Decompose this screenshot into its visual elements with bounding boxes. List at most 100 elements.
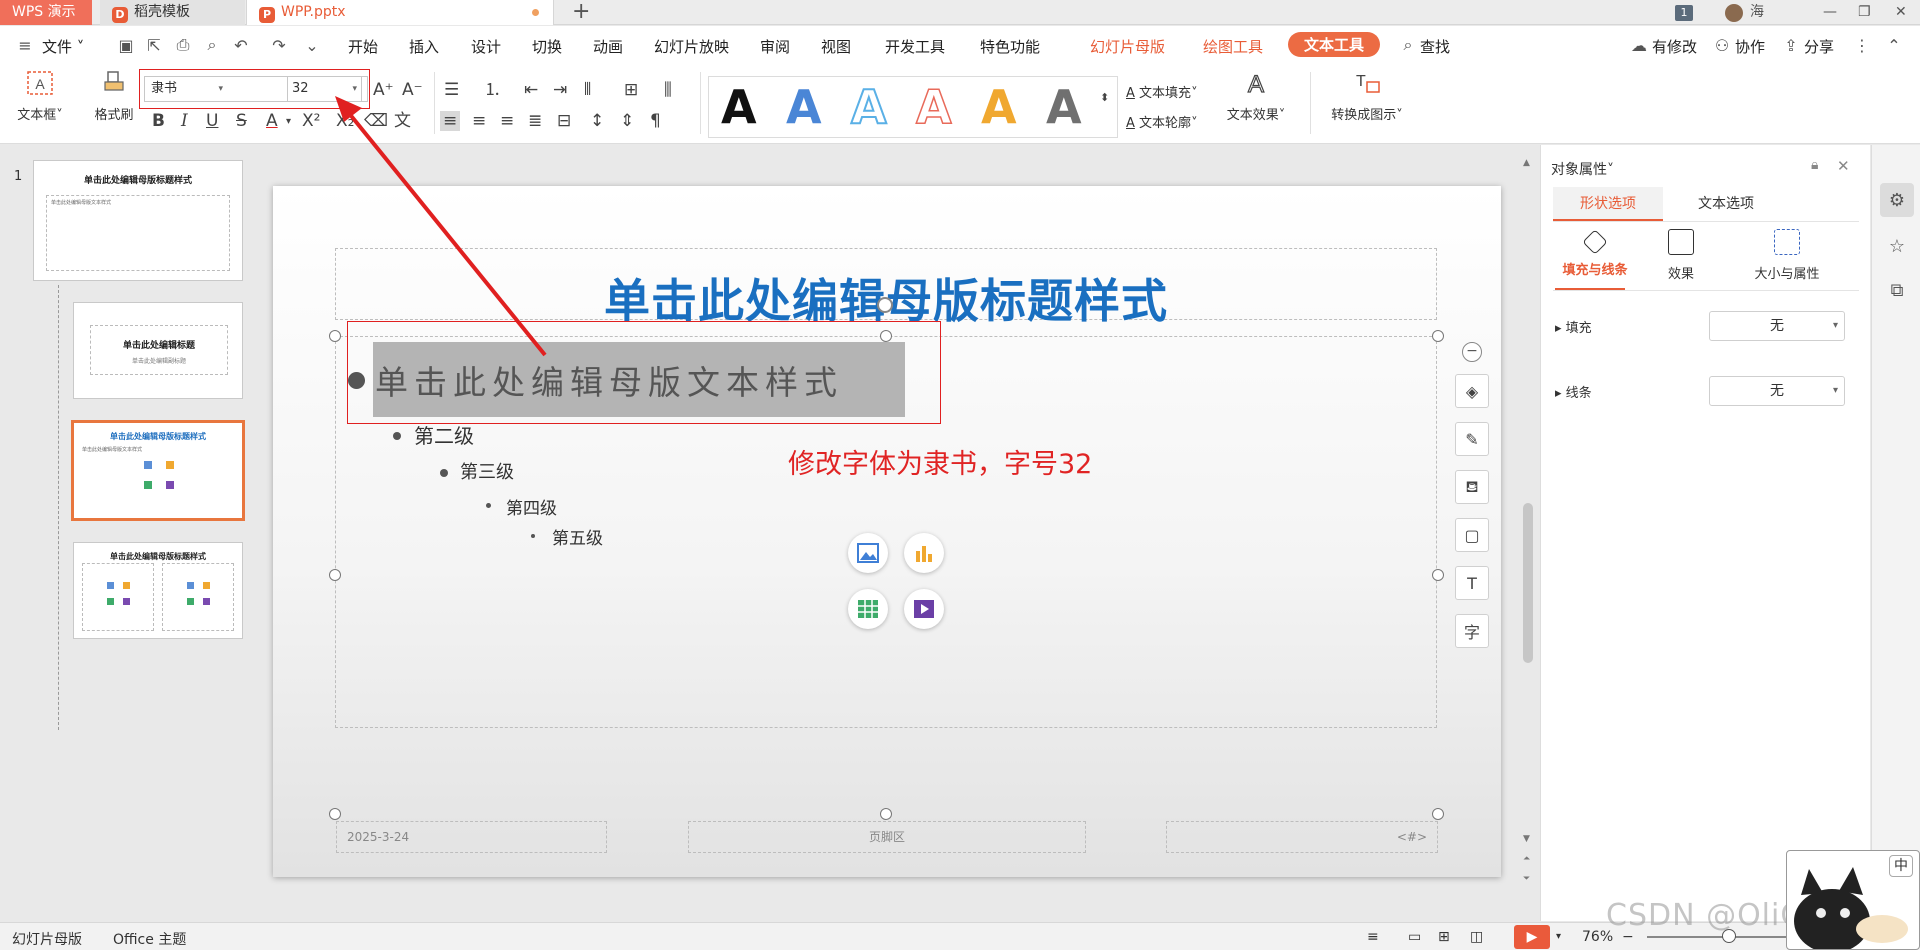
insert-chart-button[interactable] <box>904 533 944 573</box>
more-options-icon[interactable]: ⋮ <box>1853 36 1871 55</box>
body-level-3-text[interactable]: 第三级 <box>460 458 514 484</box>
fill-and-line-tab[interactable]: 填充与线条 <box>1555 229 1635 278</box>
resize-handle-bottom[interactable] <box>880 808 892 820</box>
frame-icon[interactable]: ▢ <box>1455 518 1489 552</box>
animation-icon[interactable]: ☆ <box>1880 229 1914 263</box>
collapse-tools-icon[interactable]: − <box>1462 342 1482 362</box>
user-name[interactable]: 海 <box>1750 0 1764 25</box>
file-menu[interactable]: 文件 ˅ <box>42 36 84 57</box>
tab-shape-options[interactable]: 形状选项 <box>1553 187 1663 221</box>
prev-slide-icon[interactable]: ⏶ <box>1523 854 1530 864</box>
menu-developer[interactable]: 开发工具 <box>885 36 945 57</box>
chevron-down-icon[interactable]: ▾ <box>286 112 291 132</box>
undo-icon[interactable]: ↶ <box>232 36 250 55</box>
body-level-2-text[interactable]: 第二级 <box>414 420 474 449</box>
thumbnail-layout-title[interactable]: 单击此处编辑标题 单击此处编辑副标题 <box>73 302 243 399</box>
properties-icon[interactable]: ⚙ <box>1880 183 1914 217</box>
rotate-handle-icon[interactable] <box>877 297 893 313</box>
bold-icon[interactable]: B <box>152 111 165 131</box>
scroll-down-icon[interactable]: ▼ <box>1523 834 1530 844</box>
print-icon[interactable]: ⎙ <box>174 35 192 54</box>
text-direction-icon[interactable]: ⊞ <box>624 80 638 100</box>
columns-icon[interactable]: ⫴ <box>584 80 591 100</box>
clear-format-icon[interactable]: ⌫ <box>364 111 388 131</box>
align-left-icon[interactable]: ≡ <box>440 111 461 131</box>
text-outline-button[interactable]: A 文本轮廓˅ <box>1126 112 1198 131</box>
char-spacing-icon[interactable]: 字 <box>1455 614 1489 648</box>
avatar[interactable] <box>1725 4 1743 22</box>
chevron-down-icon[interactable]: ▾ <box>1556 931 1561 942</box>
export-icon[interactable]: ⇱ <box>145 36 163 55</box>
resize-handle-top-left[interactable] <box>329 330 341 342</box>
menu-home[interactable]: 开始 <box>348 36 378 57</box>
minimize-icon[interactable]: — <box>1823 0 1837 25</box>
resize-handle-left[interactable] <box>329 569 341 581</box>
footer-slide-number[interactable]: <#> <box>1166 821 1438 853</box>
menu-drawing-tools[interactable]: 绘图工具 <box>1203 36 1263 57</box>
search-icon[interactable]: ⌕ <box>1399 35 1417 54</box>
transition-icon[interactable]: ⧉ <box>1880 273 1914 307</box>
share-icon[interactable]: ⇪ <box>1782 36 1800 55</box>
paragraph-settings-icon[interactable]: ¶ <box>650 111 661 131</box>
align-center-icon[interactable]: ≡ <box>472 111 486 131</box>
lock-icon[interactable]: 🔒︎ <box>1811 157 1818 173</box>
resize-handle-bottom-right[interactable] <box>1432 808 1444 820</box>
increase-font-size-icon[interactable]: A⁺ <box>373 80 394 100</box>
text-style-red-outline[interactable]: A <box>915 80 952 134</box>
reading-view-icon[interactable]: ◫ <box>1470 929 1483 945</box>
menu-design[interactable]: 设计 <box>471 36 501 57</box>
paragraph-spacing-icon[interactable]: ⇕ <box>620 111 634 131</box>
collapse-ribbon-icon[interactable]: ⌃ <box>1885 36 1903 55</box>
line-spacing-icon[interactable]: ↕ <box>590 111 604 131</box>
ime-indicator[interactable]: 中 <box>1889 855 1913 877</box>
close-icon[interactable]: ✕ <box>1895 0 1907 25</box>
insert-video-button[interactable] <box>904 589 944 629</box>
next-slide-icon[interactable]: ⏷ <box>1523 874 1530 884</box>
effect-tab[interactable]: 效果 <box>1641 229 1721 282</box>
menu-slide-master[interactable]: 幻灯片母版 <box>1090 36 1165 57</box>
insert-table-button[interactable] <box>848 589 888 629</box>
collaborate-button[interactable]: 协作 <box>1735 36 1765 57</box>
fill-select[interactable]: 无 ▾ <box>1709 311 1845 341</box>
decrease-font-size-icon[interactable]: A⁻ <box>402 80 423 100</box>
text-style-blue-outline[interactable]: A <box>850 80 888 134</box>
hamburger-menu-icon[interactable]: ≡ <box>16 36 34 55</box>
menu-animation[interactable]: 动画 <box>593 36 623 57</box>
underline-icon[interactable]: U <box>206 111 218 131</box>
text-fill-button[interactable]: A 文本填充˅ <box>1126 82 1198 101</box>
vertical-scrollbar[interactable]: ▲ ▼ ⏶ ⏷ <box>1521 158 1535 903</box>
increase-indent-icon[interactable]: ⇥ <box>553 80 567 100</box>
text-style-blue[interactable]: A <box>786 81 822 133</box>
body-level-5-text[interactable]: 第五级 <box>552 524 603 549</box>
convert-to-diagram-button[interactable]: T 转换成图示˅ <box>1324 66 1410 123</box>
align-right-icon[interactable]: ≡ <box>500 111 514 131</box>
resize-handle-right[interactable] <box>1432 569 1444 581</box>
tab-text-options[interactable]: 文本选项 <box>1671 187 1781 221</box>
scroll-up-icon[interactable]: ▲ <box>1523 158 1530 168</box>
assistant-mascot[interactable]: 中 <box>1786 850 1920 950</box>
text-effect-button[interactable]: A 文本效果˅ <box>1226 66 1286 123</box>
text-style-gray[interactable]: A <box>1046 81 1082 133</box>
new-tab-button[interactable]: + <box>572 0 590 24</box>
tab-docer-templates[interactable]: D 稻壳模板 <box>100 0 245 25</box>
pen-icon[interactable]: ✎ <box>1455 422 1489 456</box>
thumbnail-layout-two-content[interactable]: 单击此处编辑母版标题样式 <box>73 542 243 639</box>
line-select[interactable]: 无 ▾ <box>1709 376 1845 406</box>
menu-text-tools[interactable]: 文本工具 <box>1288 32 1381 57</box>
text-style-gallery[interactable]: A A A A A A <box>708 76 1118 138</box>
thumbnail-master[interactable]: 单击此处编辑母版标题样式 单击此处编辑母版文本样式 <box>33 160 243 281</box>
theme-label[interactable]: Office 主题 <box>113 929 186 949</box>
menu-review[interactable]: 审阅 <box>760 36 790 57</box>
customize-toolbar-icon[interactable]: ⌄ <box>303 36 321 55</box>
save-icon[interactable]: ▣ <box>117 36 135 55</box>
justify-icon[interactable]: ≣ <box>528 111 542 131</box>
italic-icon[interactable]: I <box>181 111 188 131</box>
menu-view[interactable]: 视图 <box>821 36 851 57</box>
bullet-list-icon[interactable]: ☰ <box>444 80 459 100</box>
cloud-sync-icon[interactable]: ☁ <box>1630 36 1648 55</box>
scroll-thumb[interactable] <box>1523 503 1533 663</box>
layers-icon[interactable]: ◈ <box>1455 374 1489 408</box>
distribute-icon[interactable]: ⊟ <box>557 111 571 131</box>
decrease-indent-icon[interactable]: ⇤ <box>524 80 538 100</box>
text-style-orange[interactable]: A <box>981 81 1017 133</box>
